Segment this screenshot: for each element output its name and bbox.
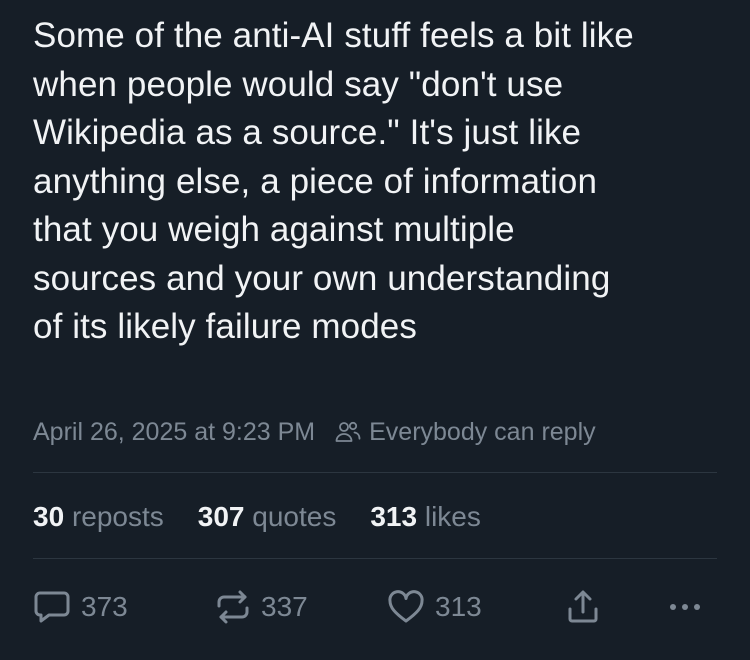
post-meta: April 26, 2025 at 9:23 PM Everybody can … [33,414,596,450]
reposts-stat[interactable]: 30 reposts [33,501,164,533]
action-bar: 373 337 313 [33,585,723,629]
quotes-label: quotes [252,501,337,532]
post-text-line: Some of the anti-AI stuff feels a bit li… [33,16,634,55]
divider [33,472,717,473]
people-icon [335,420,361,444]
post-text-line: sources and your own understanding [33,258,611,298]
quotes-stat[interactable]: 307 quotes [198,501,337,533]
post-text-line: that you weigh against multiple [33,210,515,249]
divider [33,558,717,559]
repost-button[interactable]: 337 [215,585,308,629]
more-dots-icon [665,601,705,613]
post-text-line: of its likely failure modes [33,307,417,346]
reply-setting[interactable]: Everybody can reply [369,418,596,447]
reposts-label: reposts [71,501,164,532]
share-upload-icon [565,589,601,625]
likes-label: likes [424,501,481,532]
post-text: Some of the anti-AI stuff feels a bit li… [33,12,723,352]
reply-button[interactable]: 373 [33,585,128,629]
reply-count: 373 [81,591,128,622]
like-button[interactable]: 313 [387,585,482,629]
likes-count: 313 [370,501,418,532]
more-button[interactable] [665,585,705,629]
post-text-line: Wikipedia as a source." It's just like [33,113,582,152]
like-count: 313 [435,591,482,622]
post-text-line: anything else, a piece of information [33,161,598,201]
post-text-line: when people would say "don't use [33,64,564,104]
heart-icon [387,589,425,625]
speech-bubble-icon [33,589,71,625]
reposts-count: 30 [33,501,65,532]
share-button[interactable] [565,585,601,629]
post-timestamp[interactable]: April 26, 2025 at 9:23 PM [33,418,315,447]
likes-stat[interactable]: 313 likes [370,501,481,533]
engagement-stats: 30 reposts 307 quotes 313 likes [33,497,515,537]
quotes-count: 307 [197,501,245,532]
repost-arrows-icon [215,589,251,625]
repost-count: 337 [261,591,308,622]
